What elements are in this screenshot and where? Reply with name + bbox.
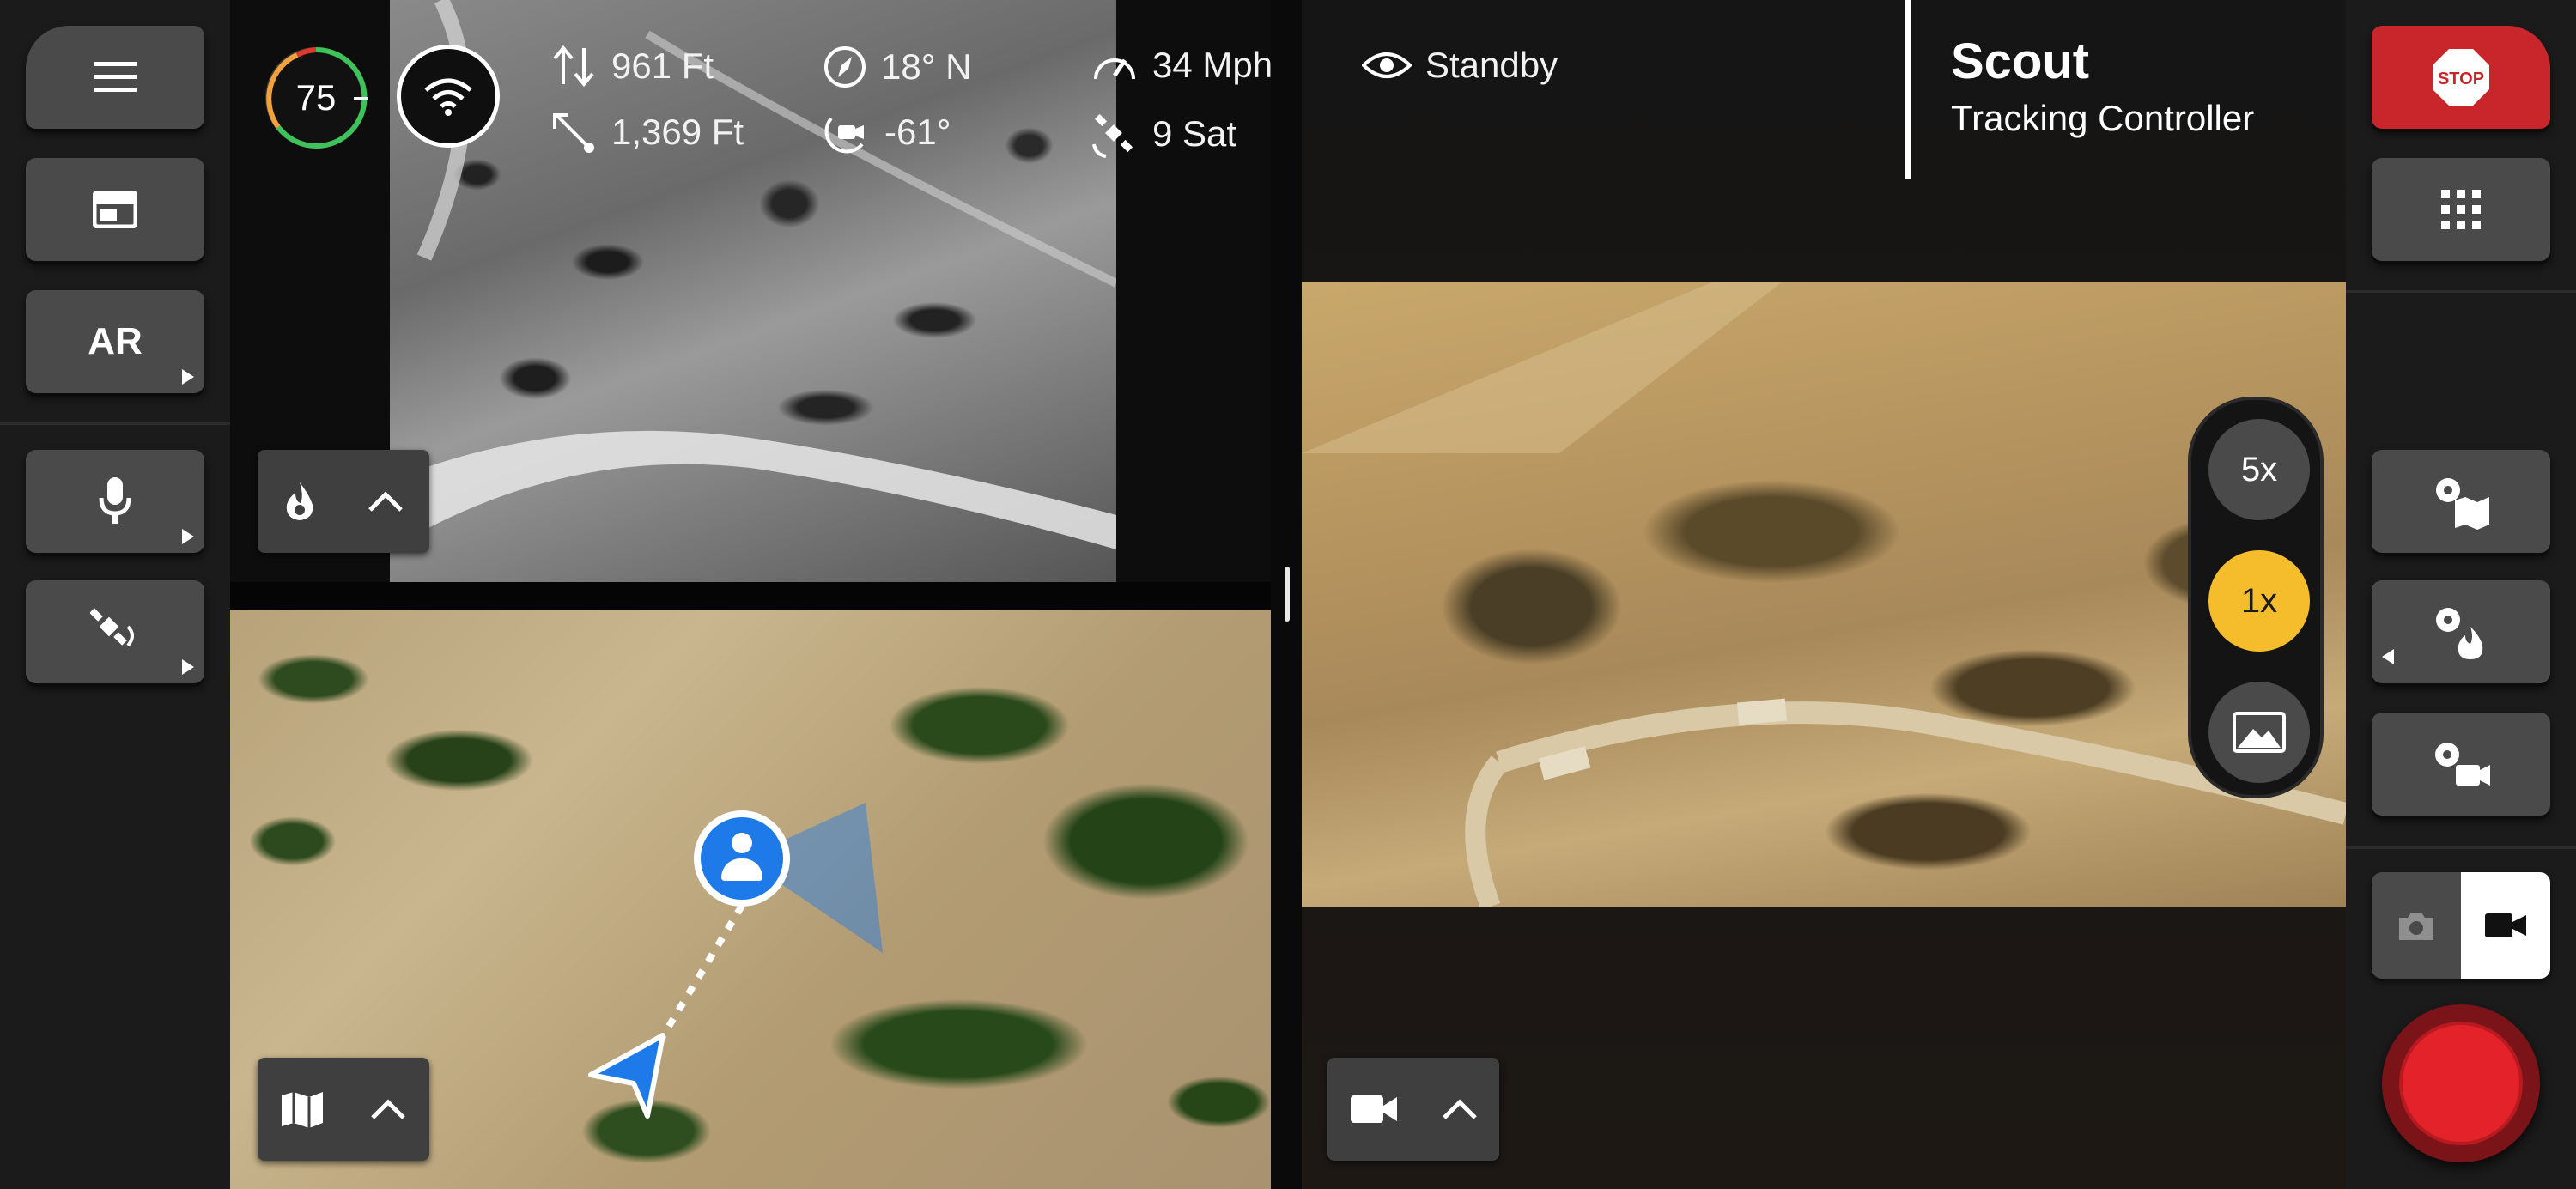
compass-icon (824, 46, 866, 88)
status-indicator: Standby (1362, 45, 1558, 86)
app-title: Scout (1951, 33, 2090, 89)
stop-label: STOP (2438, 70, 2484, 88)
distance-value: 1,369 Ft (611, 112, 744, 152)
thermal-panel-toggle[interactable] (258, 450, 429, 553)
signal-button[interactable] (397, 45, 500, 148)
person-icon (701, 817, 783, 900)
thermal-settings-button[interactable] (2372, 580, 2550, 683)
record-button[interactable] (2382, 1004, 2540, 1162)
drone-location-arrow-icon[interactable] (584, 1027, 670, 1121)
zoom-1x-button[interactable]: 1x (2208, 550, 2310, 652)
layout-button[interactable] (26, 158, 204, 261)
menu-button[interactable] (26, 26, 204, 129)
zoom-5x-label: 5x (2240, 450, 2278, 488)
map-icon (282, 1092, 323, 1128)
camera-settings-button[interactable] (2372, 713, 2550, 816)
satellite-count: 9 Sat (1152, 113, 1237, 154)
satellite-button[interactable] (26, 580, 204, 683)
gimbal-value: -61° (884, 112, 951, 152)
eye-icon (1362, 52, 1412, 78)
vehicle-2 (1736, 698, 1788, 725)
heading-value: 18° N (881, 46, 972, 87)
map-panel-toggle[interactable] (258, 1058, 429, 1161)
landscape-image-icon (2233, 712, 2286, 753)
chevron-up-icon (1442, 1099, 1477, 1119)
submenu-indicator (182, 659, 194, 675)
gimbal-camera-icon (824, 117, 864, 154)
satellite-readout: 9 Sat (1091, 110, 1236, 158)
app-subtitle: Tracking Controller (1951, 98, 2255, 138)
map-settings-icon (2436, 478, 2489, 530)
split-handle[interactable] (1285, 567, 1290, 622)
speedometer-icon (1094, 58, 1135, 80)
camera-settings-icon (2435, 743, 2490, 786)
horizontal-split-bar (230, 582, 1271, 610)
stop-sign-icon: STOP (2433, 49, 2489, 106)
photo-camera-icon (2399, 913, 2433, 940)
distance-readout: 1,369 Ft (550, 110, 744, 155)
video-camera-icon (2485, 913, 2526, 937)
right-rail-divider-bottom (2346, 846, 2576, 849)
zoom-1x-label: 1x (2240, 581, 2278, 620)
microphone-icon (99, 477, 131, 524)
submenu-indicator (182, 369, 194, 385)
ar-button[interactable]: AR (26, 290, 204, 393)
record-inner-circle (2399, 1022, 2523, 1145)
emergency-stop-button[interactable]: STOP (2372, 26, 2550, 129)
satellite-icon (90, 608, 134, 647)
right-rail-divider-top (2346, 290, 2576, 293)
hamburger-menu-icon (94, 62, 137, 92)
gimbal-readout: -61° (823, 110, 951, 155)
altitude-value: 961 Ft (611, 45, 714, 86)
wifi-icon (424, 78, 472, 116)
wide-view-button[interactable] (2208, 682, 2310, 783)
microphone-button[interactable] (26, 450, 204, 553)
thermal-settings-icon (2436, 608, 2483, 659)
map-settings-button[interactable] (2372, 450, 2550, 553)
photo-mode-button[interactable] (2372, 872, 2461, 979)
video-mode-button[interactable] (2461, 872, 2550, 979)
altitude-arrows-icon (553, 45, 594, 88)
distance-diagonal-icon (553, 113, 594, 153)
gps-satellite-icon (1092, 113, 1133, 158)
chevron-up-icon (368, 491, 403, 512)
speed-readout: 34 Mph (1091, 45, 1273, 86)
submenu-indicator (2382, 649, 2394, 664)
heading-readout: 18° N (823, 45, 972, 89)
video-camera-icon (1350, 1095, 1397, 1123)
chevron-up-icon (371, 1099, 405, 1119)
layout-window-icon (93, 191, 137, 228)
video-panel-toggle[interactable] (1327, 1058, 1499, 1161)
flame-icon (286, 482, 313, 520)
battery-tick (354, 97, 368, 100)
header-divider (1905, 0, 1911, 179)
zoom-selector: 5x 1x (2188, 397, 2324, 798)
zoom-5x-button[interactable]: 5x (2208, 419, 2310, 520)
apps-grid-button[interactable] (2372, 158, 2550, 261)
submenu-indicator (182, 529, 194, 544)
altitude-readout: 961 Ft (550, 45, 714, 88)
ar-label: AR (88, 320, 143, 362)
grid-apps-icon (2441, 190, 2481, 229)
tracked-subject-marker[interactable] (694, 810, 790, 907)
left-rail-divider (0, 422, 230, 425)
speed-value: 34 Mph (1152, 45, 1273, 85)
capture-mode-toggle (2372, 872, 2550, 979)
status-text: Standby (1425, 45, 1558, 85)
